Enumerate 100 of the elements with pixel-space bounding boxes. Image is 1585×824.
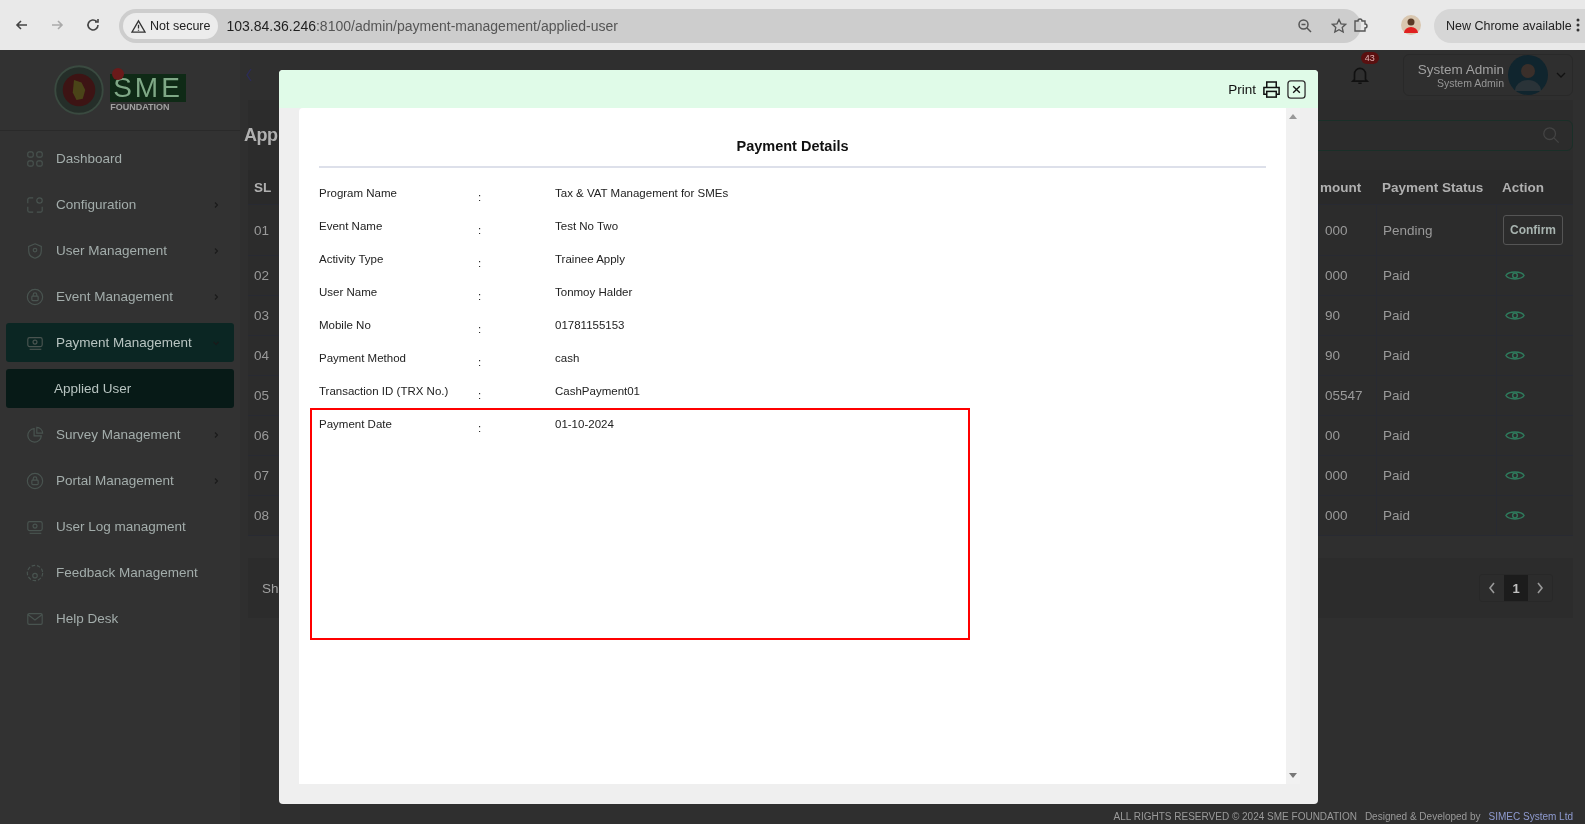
field-label: Event Name — [319, 218, 384, 234]
user-menu[interactable]: System Admin System Admin — [1402, 54, 1573, 96]
page-title: App — [244, 124, 278, 146]
sidebar-item[interactable]: Survey Management — [6, 415, 234, 454]
colon-separator: : — [478, 222, 483, 238]
user-role: System Admin — [1436, 76, 1504, 89]
modal-title: Payment Details — [319, 108, 1266, 168]
star-icon[interactable] — [1331, 18, 1347, 34]
field-label: Payment Date — [319, 416, 393, 432]
column-header: mount — [1319, 178, 1363, 197]
field-value: cash — [555, 350, 581, 366]
print-label: Print — [1228, 81, 1256, 97]
submenu-item[interactable]: Applied User — [6, 369, 234, 408]
reload-icon[interactable] — [85, 17, 101, 33]
field-label: Payment Method — [319, 350, 407, 366]
eye-icon[interactable] — [1505, 469, 1525, 482]
search-icon — [1542, 126, 1560, 144]
table-cell: Paid — [1376, 336, 1496, 375]
table-cell-text: 07 — [253, 467, 271, 485]
field-value: CashPayment01 — [555, 383, 642, 399]
table-cell: Paid — [1376, 376, 1496, 415]
table-cell-text: 04 — [253, 347, 271, 365]
eye-icon[interactable] — [1505, 509, 1525, 522]
colon-separator: : — [478, 420, 483, 436]
field-label: User Name — [319, 284, 379, 300]
colon-separator: : — [478, 321, 483, 337]
table-cell-text: 03 — [253, 307, 271, 325]
logo-wordmark: SME — [110, 74, 186, 102]
scroll-down-icon[interactable] — [1289, 773, 1297, 778]
profile-avatar-icon[interactable] — [1401, 15, 1421, 35]
printer-icon[interactable] — [1262, 79, 1281, 99]
shield-icon — [26, 241, 44, 260]
sidebar-item[interactable]: User Management — [6, 231, 234, 270]
caret-icon — [1556, 72, 1566, 78]
credit-link[interactable]: SIMEC System Ltd — [1488, 811, 1573, 822]
logo-tagline: FOUNDATION — [110, 102, 171, 112]
table-cell-text: 08 — [253, 507, 271, 525]
table-cell: Paid — [1376, 416, 1496, 455]
warning-icon — [131, 18, 146, 34]
colon-separator: : — [478, 189, 483, 205]
column-header: Payment Status — [1381, 178, 1485, 197]
notification-badge: 43 — [1360, 52, 1379, 64]
security-chip[interactable]: Not secure — [123, 13, 219, 39]
grid-icon — [26, 149, 44, 168]
pie-icon — [26, 425, 44, 444]
table-cell-text: 01 — [253, 221, 271, 240]
entries-text: Sh — [262, 580, 279, 596]
user-name: System Admin — [1417, 61, 1504, 77]
table-cell: Paid — [1376, 296, 1496, 335]
sidebar-item[interactable]: Help Desk — [6, 599, 234, 638]
colon-separator: : — [478, 354, 483, 370]
eye-icon[interactable] — [1505, 269, 1525, 282]
eye-icon[interactable] — [1505, 389, 1525, 402]
sidebar-item[interactable]: Portal Management — [6, 461, 234, 500]
avatar-icon — [1508, 55, 1548, 95]
sidebar-item[interactable]: Configuration — [6, 185, 234, 224]
column-header: Action — [1501, 178, 1545, 197]
eye-icon[interactable] — [1505, 309, 1525, 322]
lock-icon — [26, 287, 44, 306]
table-cell: Paid — [1376, 256, 1496, 295]
field-value: Tonmoy Halder — [555, 284, 634, 300]
address-bar[interactable]: Not secure 103.84.36.246:8100/admin/payment-management/applied-user — [119, 9, 1361, 43]
sidebar-item[interactable]: Payment Management — [6, 323, 234, 362]
zoom-icon[interactable] — [1297, 18, 1313, 34]
page-number[interactable]: 1 — [1504, 575, 1528, 601]
table-cell: Paid — [1376, 496, 1496, 535]
field-value: Tax & VAT Management for SMEs — [555, 185, 730, 201]
logo-dot-icon — [112, 68, 125, 80]
sidebar-item[interactable]: Feedback Management — [6, 553, 234, 592]
config-icon — [26, 195, 44, 214]
colon-separator: : — [478, 255, 483, 271]
confirm-button[interactable]: Confirm — [1503, 215, 1563, 245]
eye-icon[interactable] — [1505, 349, 1525, 362]
lock-icon — [26, 471, 44, 490]
credit-text: Designed & Developed by — [1364, 811, 1481, 822]
field-label: Program Name — [319, 185, 398, 201]
table-cell: Pending — [1376, 205, 1496, 255]
update-button[interactable]: New Chrome available — [1434, 9, 1585, 43]
sidebar-item[interactable]: User Log managment — [6, 507, 234, 546]
table-cell-text: 02 — [253, 267, 271, 285]
field-value: 01781155153 — [555, 317, 626, 333]
field-value: Test No Two — [555, 218, 620, 234]
sidebar-item[interactable]: Event Management — [6, 277, 234, 316]
eye-icon[interactable] — [1505, 429, 1525, 442]
field-label: Transaction ID (TRX No.) — [319, 383, 450, 399]
field-label: Activity Type — [319, 251, 385, 267]
emblem-icon — [54, 65, 105, 115]
menu-icon[interactable] — [1576, 17, 1580, 33]
close-icon[interactable] — [1287, 79, 1306, 99]
sidebar-item[interactable]: Dashboard — [6, 139, 234, 178]
scroll-up-icon[interactable] — [1289, 114, 1297, 119]
table-cell-text: 05 — [253, 387, 271, 405]
colon-separator: : — [478, 288, 483, 304]
table-cell: Paid — [1376, 456, 1496, 495]
url-text: 103.84.36.246:8100/admin/payment-management/applied-user — [226, 18, 618, 34]
column-header: SL — [253, 178, 273, 197]
colon-separator: : — [478, 387, 483, 403]
extensions-icon[interactable] — [1352, 17, 1368, 33]
field-label: Mobile No — [319, 317, 372, 333]
field-value: Trainee Apply — [555, 251, 626, 267]
